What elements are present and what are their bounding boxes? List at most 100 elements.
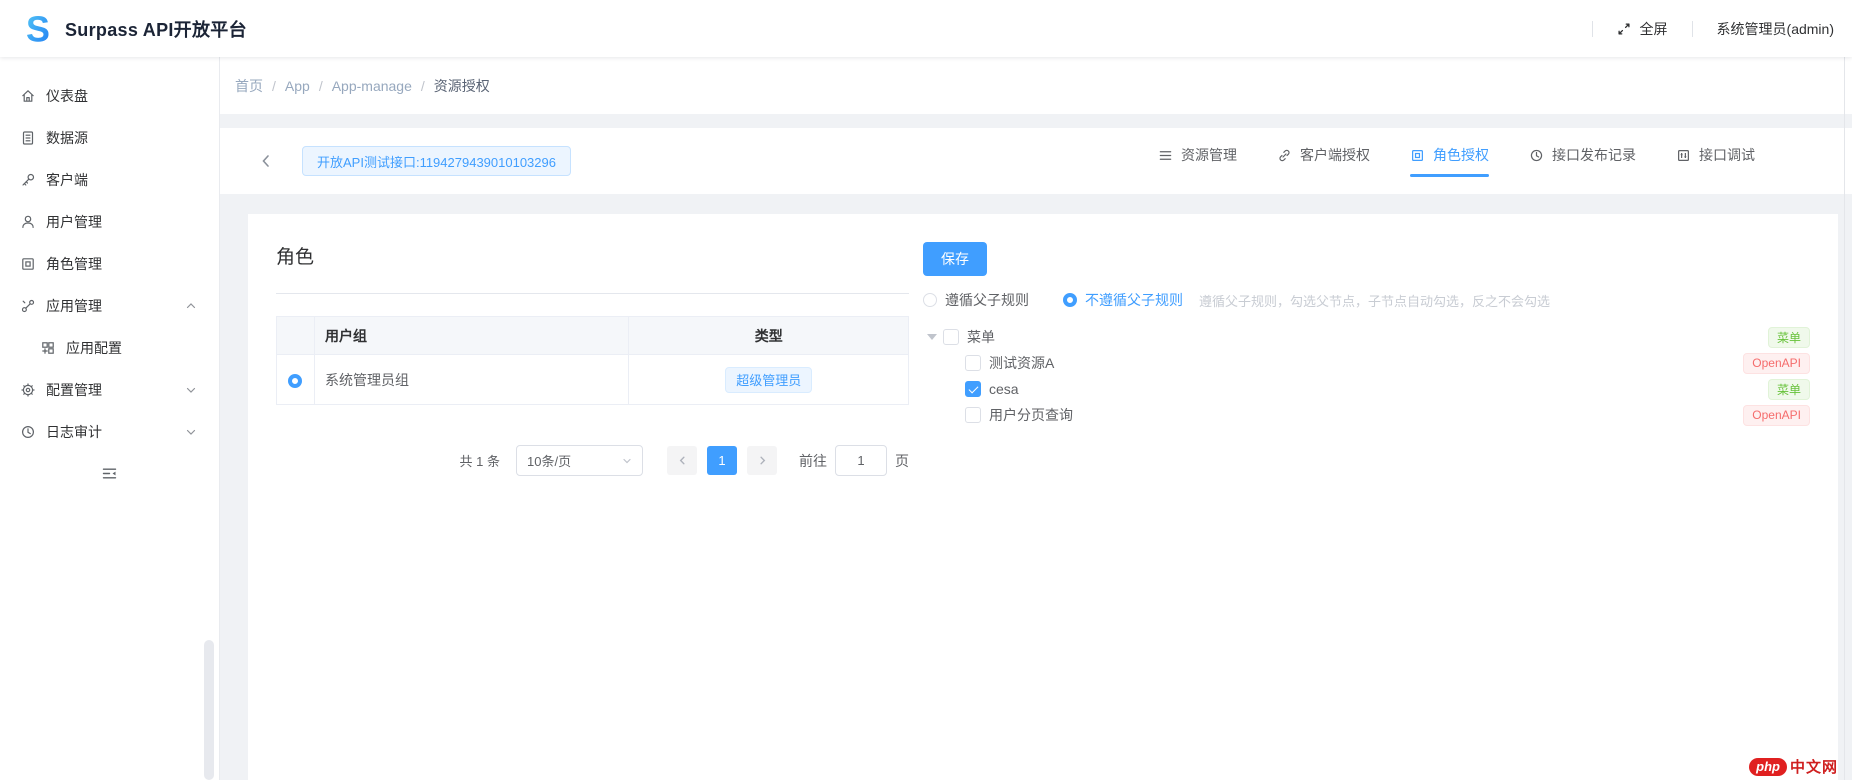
home-icon (20, 88, 36, 104)
rule-hint-text: 遵循父子规则，勾选父节点，子节点自动勾选，反之不会勾选 (1199, 293, 1551, 309)
grid-plus-icon (40, 340, 56, 356)
breadcrumb-separator: / (318, 77, 323, 94)
node-type-tag-openapi: OpenAPI (1743, 352, 1810, 374)
app-root: S Surpass API开放平台 全屏 系统管理员(admin) 仪表盘 数据… (0, 0, 1852, 780)
divider (276, 293, 909, 294)
sidebar-item-label: 日志审计 (46, 424, 102, 440)
radio-not-follow-rule[interactable]: 不遵循父子规则 (1063, 290, 1183, 310)
tree-node-cesa[interactable]: cesa 菜单 (923, 376, 1810, 402)
goto-page-input[interactable] (835, 445, 887, 476)
app-header: S Surpass API开放平台 全屏 系统管理员(admin) (0, 0, 1852, 57)
sidebar-item-datasource[interactable]: 数据源 (0, 117, 219, 159)
sidebar-item-label: 用户管理 (46, 214, 102, 230)
tree-node-label: 测试资源A (989, 355, 1055, 371)
radio-follow-rule[interactable]: 遵循父子规则 (923, 290, 1029, 310)
checkbox-unchecked[interactable] (965, 407, 981, 423)
tree-node-user-page-query[interactable]: 用户分页查询 OpenAPI (923, 402, 1810, 428)
sidebar-item-label: 应用管理 (46, 298, 102, 314)
tab-role-auth[interactable]: 角色授权 (1410, 145, 1489, 177)
table-header-row: 用户组 类型 (276, 316, 909, 355)
link-icon (1277, 148, 1292, 163)
rule-options: 遵循父子规则 不遵循父子规则 遵循父子规则，勾选父节点，子节点自动勾选，反之不会… (923, 290, 1810, 310)
sidebar-item-users[interactable]: 用户管理 (0, 201, 219, 243)
sidebar-item-config-manage[interactable]: 配置管理 (0, 369, 219, 411)
sidebar-item-app-manage[interactable]: 应用管理 (0, 285, 219, 327)
pagination: 共 1 条 10条/页 1 前往 1 页 (276, 445, 909, 476)
breadcrumb-item-app[interactable]: App (285, 78, 310, 94)
php-logo-icon: php (1749, 757, 1787, 776)
list-icon (1158, 148, 1173, 163)
resource-tree: 菜单 菜单 测试资源A OpenAPI cesa 菜单 用户分页查询 OpenA… (923, 324, 1810, 428)
svg-text:S: S (26, 12, 50, 46)
prev-page-button[interactable] (667, 446, 697, 475)
back-button[interactable] (258, 153, 274, 169)
column-user-group: 用户组 (314, 316, 630, 355)
role-auth-card: 角色 用户组 类型 系统管理员组 超级管理员 共 1 条 10条/页 1 前往 … (248, 214, 1838, 780)
radio-circle-checked-icon (1063, 293, 1077, 307)
chevron-down-icon (185, 384, 197, 396)
checkbox-checked[interactable] (965, 381, 981, 397)
tab-publish-history[interactable]: 接口发布记录 (1529, 145, 1636, 177)
node-type-tag-menu: 菜单 (1767, 326, 1810, 348)
tree-node-menu[interactable]: 菜单 菜单 (923, 324, 1810, 350)
chevron-down-icon (185, 426, 197, 438)
clock-icon (20, 424, 36, 440)
sidebar-scrollbar-thumb[interactable] (204, 640, 214, 780)
page-number-active[interactable]: 1 (707, 446, 737, 475)
breadcrumb-separator: / (272, 77, 276, 94)
cell-user-group: 系统管理员组 (314, 354, 630, 405)
header-divider (1691, 20, 1693, 37)
super-admin-tag: 超级管理员 (725, 366, 813, 393)
tab-api-debug[interactable]: 接口调试 (1676, 145, 1755, 177)
row-radio-selected[interactable] (288, 373, 303, 388)
auth-panel: 保存 遵循父子规则 不遵循父子规则 遵循父子规则，勾选父节点，子节点自动勾选，反… (909, 242, 1810, 752)
checkbox-unchecked[interactable] (943, 329, 959, 345)
fullscreen-label: 全屏 (1639, 20, 1668, 37)
sidebar-item-label: 数据源 (46, 130, 88, 146)
sidebar-item-log-audit[interactable]: 日志审计 (0, 411, 219, 453)
php-cn-watermark: php 中文网 (1749, 756, 1838, 777)
tree-node-label: 菜单 (967, 329, 995, 345)
tab-label: 资源管理 (1181, 147, 1237, 163)
sidebar-item-dashboard[interactable]: 仪表盘 (0, 75, 219, 117)
radio-label: 不遵循父子规则 (1085, 292, 1183, 308)
next-page-button[interactable] (747, 446, 777, 475)
page-size-value: 10条/页 (527, 454, 572, 469)
brand-logo-icon: S (20, 11, 56, 47)
chevron-up-icon (185, 300, 197, 312)
tree-node-test-resource-a[interactable]: 测试资源A OpenAPI (923, 350, 1810, 376)
goto-label: 前往 (799, 452, 827, 469)
radio-circle-icon (923, 293, 937, 307)
user-icon (20, 214, 36, 230)
sidebar-item-label: 仪表盘 (46, 88, 88, 104)
page-size-select[interactable]: 10条/页 (516, 445, 643, 476)
sidebar-collapse-button[interactable] (0, 465, 219, 482)
tree-node-label: 用户分页查询 (989, 407, 1073, 423)
panel-title: 角色 (276, 247, 315, 268)
sidebar-item-label: 应用配置 (66, 340, 122, 356)
breadcrumb-item-app-manage[interactable]: App-manage (332, 78, 412, 94)
scrollbar-track[interactable] (1844, 57, 1845, 780)
api-entity-tag[interactable]: 开放API测试接口:1194279439010103296 (302, 146, 571, 176)
collapse-menu-icon (101, 465, 118, 482)
node-type-tag-openapi: OpenAPI (1743, 404, 1810, 426)
tab-resource-manage[interactable]: 资源管理 (1158, 145, 1237, 177)
checkbox-unchecked[interactable] (965, 355, 981, 371)
sidebar-item-roles[interactable]: 角色管理 (0, 243, 219, 285)
tab-label: 客户端授权 (1300, 147, 1370, 163)
user-menu[interactable]: 系统管理员(admin) (1717, 19, 1834, 39)
table-row[interactable]: 系统管理员组 超级管理员 (276, 354, 909, 405)
clock-icon (1529, 148, 1544, 163)
role-table: 用户组 类型 系统管理员组 超级管理员 (276, 316, 909, 405)
page-unit-label: 页 (895, 452, 909, 469)
fullscreen-button[interactable]: 全屏 (1617, 19, 1668, 39)
caret-down-icon[interactable] (927, 334, 937, 340)
tree-node-label: cesa (989, 381, 1019, 397)
sidebar-item-app-config[interactable]: 应用配置 (0, 327, 219, 369)
save-button[interactable]: 保存 (923, 242, 987, 276)
tab-client-auth[interactable]: 客户端授权 (1277, 145, 1370, 177)
app-title: Surpass API开放平台 (65, 19, 247, 40)
sidebar-item-client[interactable]: 客户端 (0, 159, 219, 201)
breadcrumb-item-home[interactable]: 首页 (235, 76, 263, 96)
role-icon (20, 256, 36, 272)
